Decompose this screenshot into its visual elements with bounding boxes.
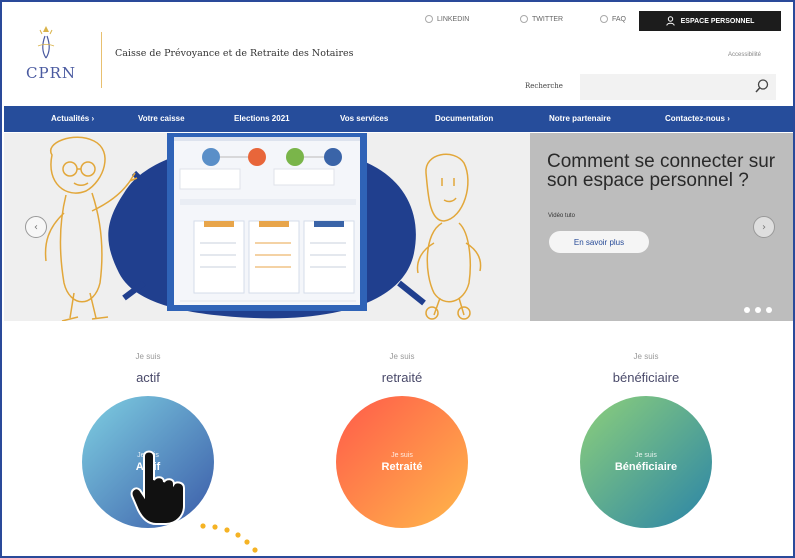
circle-label: Bénéficiaire	[614, 460, 678, 473]
carousel-prev-button[interactable]: ‹	[25, 216, 47, 238]
main-nav: Actualités › Votre caisse Elections 2021…	[4, 106, 793, 132]
hand-pointer-icon	[130, 450, 185, 525]
nav-item-actualites[interactable]: Actualités ›	[51, 106, 94, 132]
espace-personnel-button[interactable]: ESPACE PERSONNEL	[639, 11, 781, 31]
carousel-dot-3[interactable]	[766, 307, 772, 313]
espace-personnel-label: ESPACE PERSONNEL	[680, 17, 755, 25]
profile-retraite-title[interactable]: retraité	[332, 370, 472, 385]
nav-item-votre-caisse[interactable]: Votre caisse	[138, 106, 185, 132]
circle-label: Retraité	[381, 460, 423, 473]
decorative-dots	[200, 523, 258, 553]
profile-beneficiaire-button[interactable]: Je suis Bénéficiaire	[580, 396, 712, 528]
carousel-next-button[interactable]: ›	[753, 216, 775, 238]
chevron-right-icon: ›	[762, 221, 766, 233]
profile-beneficiaire-pre: Je suis	[633, 352, 659, 361]
chevron-left-icon: ‹	[34, 221, 38, 233]
twitter-icon	[520, 15, 528, 23]
banner-subtitle: Vidéo tuto	[548, 213, 575, 219]
logo-mark-icon	[37, 26, 55, 59]
profile-beneficiaire-title[interactable]: bénéficiaire	[576, 370, 716, 385]
banner-illustration	[44, 133, 482, 321]
profile-actif-pre: Je suis	[135, 352, 161, 361]
nav-item-vos-services[interactable]: Vos services	[340, 106, 388, 132]
top-link-linkedin[interactable]: LINKEDIN	[425, 15, 469, 23]
logo-text: CPRN	[26, 64, 76, 82]
profile-actif-title[interactable]: actif	[78, 370, 218, 385]
circle-pre-label: Je suis	[635, 451, 657, 459]
banner-title: Comment se connecter sur son espace pers…	[547, 151, 776, 191]
search-input[interactable]	[580, 74, 776, 100]
logo[interactable]: CPRN	[16, 24, 111, 94]
faq-icon	[600, 15, 608, 23]
top-link-label: TWITTER	[532, 15, 564, 23]
nav-item-elections[interactable]: Elections 2021	[234, 106, 290, 132]
linkedin-icon	[425, 15, 433, 23]
search-icon[interactable]	[754, 78, 770, 94]
top-link-twitter[interactable]: TWITTER	[520, 15, 563, 23]
top-link-label: FAQ	[612, 15, 627, 23]
org-name: Caisse de Prévoyance et de Retraite des …	[115, 48, 354, 59]
top-link-label: LINKEDIN	[437, 15, 470, 23]
carousel-dot-2[interactable]	[755, 307, 761, 313]
en-savoir-plus-button[interactable]: En savoir plus	[549, 231, 649, 253]
nav-item-documentation[interactable]: Documentation	[435, 106, 493, 132]
browser-frame: CPRN Caisse de Prévoyance et de Retraite…	[0, 0, 795, 558]
top-link-faq[interactable]: FAQ	[600, 15, 626, 23]
nav-item-contact[interactable]: Contactez-nous ›	[665, 106, 730, 132]
circle-pre-label: Je suis	[391, 451, 413, 459]
carousel-dot-1[interactable]	[744, 307, 750, 313]
accessibility-link[interactable]: Accessibilité	[728, 52, 761, 58]
profile-retraite-pre: Je suis	[389, 352, 415, 361]
user-icon	[665, 16, 675, 26]
logo-divider	[101, 32, 102, 88]
nav-item-partenaire[interactable]: Notre partenaire	[549, 106, 611, 132]
profile-retraite-button[interactable]: Je suis Retraité	[336, 396, 468, 528]
search-label: Recherche	[525, 82, 563, 90]
